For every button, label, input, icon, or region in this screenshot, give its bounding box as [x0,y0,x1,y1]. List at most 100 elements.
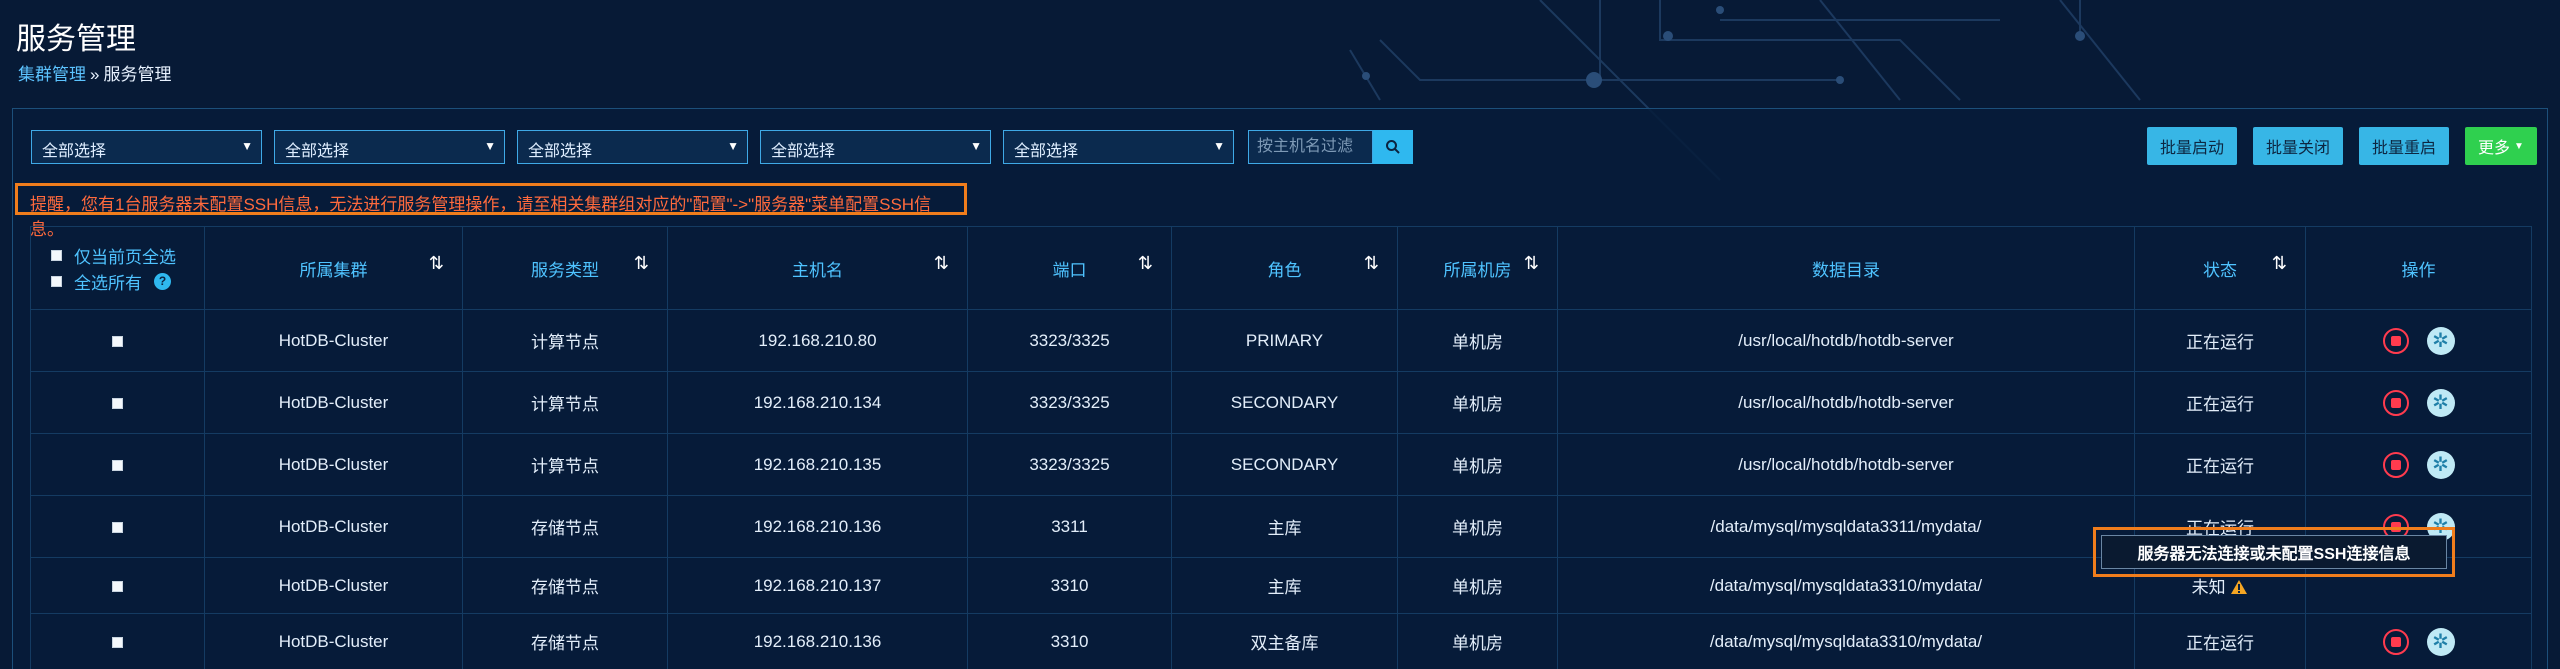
select-page-checkbox[interactable] [51,249,62,261]
row-checkbox-cell [30,557,205,614]
cell-port: 3310 [967,557,1172,614]
select-value: 全部选择 [285,143,350,160]
cell-cluster: HotDB-Cluster [204,371,463,434]
row-checkbox[interactable] [112,397,123,409]
role-filter-select[interactable]: 全部选择 ▼ [517,130,748,164]
select-value: 全部选择 [771,143,836,160]
search-button[interactable] [1373,130,1413,164]
select-value: 全部选择 [42,143,107,160]
cell-host: 192.168.210.134 [667,371,968,434]
row-checkbox[interactable] [112,636,123,648]
cell-actions: ✲ [2305,433,2532,496]
status-filter-select[interactable]: 全部选择 ▼ [1003,130,1234,164]
cell-cluster: HotDB-Cluster [204,309,463,372]
sort-icon[interactable]: ⇅ [1364,253,1379,274]
cell-role: 主库 [1171,495,1398,558]
gear-icon[interactable]: ✲ [2426,627,2455,656]
select-value: 全部选择 [1014,143,1079,160]
select-page-label: 仅当前页全选 [74,247,176,267]
column-room[interactable]: 所属机房 ⇅ [1397,226,1558,310]
batch-start-button[interactable]: 批量启动 [2147,127,2237,165]
host-filter-input[interactable] [1248,130,1373,164]
sort-icon[interactable]: ⇅ [1524,253,1539,274]
column-label: 服务类型 [531,260,599,280]
column-label: 主机名 [792,260,843,280]
status-label: 未知 [2191,578,2226,597]
column-label: 所属集群 [299,260,368,280]
filter-toolbar: 全部选择 ▼ 全部选择 ▼ 全部选择 ▼ 全部选择 ▼ 全部选择 ▼ [31,129,1413,165]
ssh-warning-message: 提醒，您有1台服务器未配置SSH信息，无法进行服务管理操作，请至相关集群组对应的… [15,183,967,239]
cell-service-type: 计算节点 [462,371,668,434]
cell-cluster: HotDB-Cluster [204,613,463,669]
column-role[interactable]: 角色 ⇅ [1171,226,1398,310]
row-checkbox[interactable] [112,335,123,347]
cell-data-dir: /usr/local/hotdb/hotdb-server [1557,433,2135,496]
column-port[interactable]: 端口 ⇅ [967,226,1172,310]
cell-data-dir: /data/mysql/mysqldata3310/mydata/ [1557,613,2135,669]
gear-icon[interactable]: ✲ [2426,326,2455,355]
row-checkbox[interactable] [112,521,123,533]
stop-icon[interactable] [2382,389,2409,416]
stop-icon[interactable] [2382,451,2409,478]
service-panel: 全部选择 ▼ 全部选择 ▼ 全部选择 ▼ 全部选择 ▼ 全部选择 ▼ 批量启动 批量关闭 … [12,108,2548,669]
more-button[interactable]: 更多 ▼ [2465,127,2537,165]
cell-service-type: 存储节点 [462,557,668,614]
cluster-filter-select[interactable]: 全部选择 ▼ [31,130,262,164]
host-filter [1248,130,1413,164]
cell-data-dir: /usr/local/hotdb/hotdb-server [1557,371,2135,434]
gear-icon[interactable]: ✲ [2426,450,2455,479]
sort-icon[interactable]: ⇅ [2272,253,2287,274]
column-actions: 操作 [2305,226,2532,310]
cell-status: 正在运行 [2134,309,2306,372]
batch-restart-button[interactable]: 批量重启 [2359,127,2449,165]
cell-port: 3323/3325 [967,371,1172,434]
caret-down-icon: ▼ [970,139,982,153]
stop-icon[interactable] [2382,327,2409,354]
sort-icon[interactable]: ⇅ [934,253,949,274]
breadcrumb-cluster-link[interactable]: 集群管理 [18,65,86,84]
column-label: 操作 [2401,260,2436,280]
cell-status: 正在运行 [2134,433,2306,496]
table-row: HotDB-Cluster 计算节点 192.168.210.134 3323/… [30,371,2532,434]
cell-room: 单机房 [1397,433,1558,496]
cell-port: 3310 [967,613,1172,669]
column-service-type[interactable]: 服务类型 ⇅ [462,226,668,310]
cell-port: 3323/3325 [967,433,1172,496]
column-cluster[interactable]: 所属集群 ⇅ [204,226,463,310]
caret-down-icon: ▼ [241,139,253,153]
sort-icon[interactable]: ⇅ [429,253,444,274]
cell-status: 正在运行 [2134,371,2306,434]
sort-icon[interactable]: ⇅ [1138,253,1153,274]
stop-icon[interactable] [2382,628,2409,655]
cell-actions: ✲ [2305,309,2532,372]
cell-room: 单机房 [1397,613,1558,669]
caret-down-icon: ▼ [727,139,739,153]
sort-icon[interactable]: ⇅ [634,253,649,274]
cell-room: 单机房 [1397,309,1558,372]
row-checkbox-cell [30,371,205,434]
service-type-filter-select[interactable]: 全部选择 ▼ [274,130,505,164]
row-checkbox-cell [30,309,205,372]
select-header: 仅当前页全选 全选所有? [30,226,205,310]
row-checkbox[interactable] [112,580,123,592]
column-data-dir: 数据目录 [1557,226,2135,310]
row-checkbox[interactable] [112,459,123,471]
cell-port: 3323/3325 [967,309,1172,372]
row-checkbox-cell [30,613,205,669]
caret-down-icon: ▼ [2514,140,2524,152]
cell-role: SECONDARY [1171,433,1398,496]
help-icon[interactable]: ? [154,272,171,290]
search-icon [1386,140,1400,154]
column-host[interactable]: 主机名 ⇅ [667,226,968,310]
cell-data-dir: /data/mysql/mysqldata3310/mydata/ [1557,557,2135,614]
tooltip-text: 服务器无法连接或未配置SSH连接信息 [2101,535,2447,569]
column-status[interactable]: 状态 ⇅ [2134,226,2306,310]
cell-service-type: 计算节点 [462,309,668,372]
table-row: HotDB-Cluster 存储节点 192.168.210.136 3310 … [30,613,2532,669]
batch-stop-button[interactable]: 批量关闭 [2253,127,2343,165]
room-filter-select[interactable]: 全部选择 ▼ [760,130,991,164]
select-all-checkbox[interactable] [51,275,62,287]
warning-icon [2231,580,2248,594]
cell-service-type: 计算节点 [462,433,668,496]
gear-icon[interactable]: ✲ [2426,388,2455,417]
